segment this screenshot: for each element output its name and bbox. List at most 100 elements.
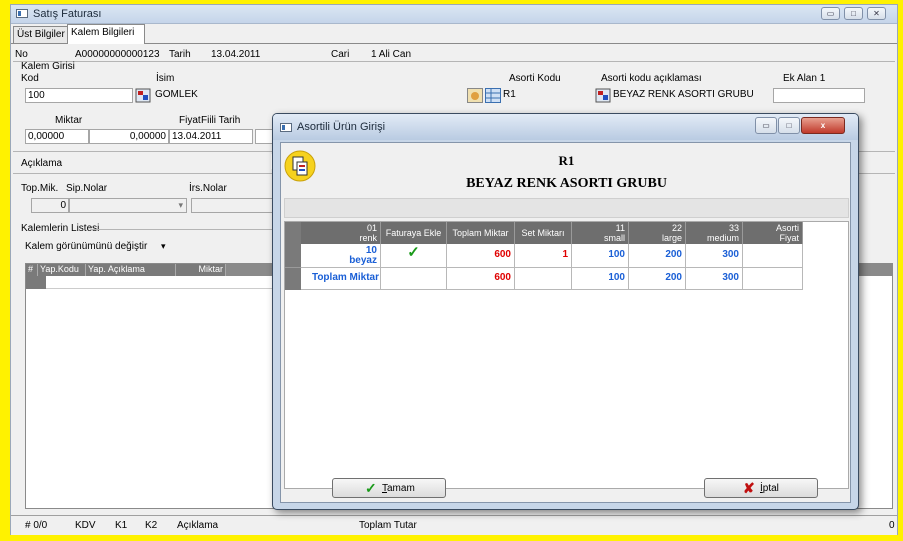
asorti-grid[interactable]: 01 renk Faturaya Ekle Toplam Miktar Set M… xyxy=(284,221,849,489)
fiyat-label: Fiyat xyxy=(179,115,201,126)
divider xyxy=(91,229,273,230)
asorti-kodu-field[interactable]: R1 xyxy=(501,88,591,103)
tamam-button[interactable]: ✓ Tamam xyxy=(332,478,446,498)
fiyat-field[interactable]: 0,00000 xyxy=(89,129,169,144)
dialog-maximize-button[interactable]: □ xyxy=(778,117,800,134)
cell-small[interactable]: 100 xyxy=(572,244,629,268)
tab-kalem-bilgileri[interactable]: Kalem Bilgileri xyxy=(67,24,145,44)
col-header-yap-kodu[interactable]: Yap.Kodu xyxy=(38,264,86,276)
window-icon xyxy=(280,123,292,132)
checkmark-icon[interactable]: ✓ xyxy=(381,244,447,268)
isim-field[interactable]: GOMLEK xyxy=(153,88,465,103)
row-indicator xyxy=(285,268,301,290)
total-small: 100 xyxy=(572,268,629,290)
col-header-yap-aciklama[interactable]: Yap. Açıklama xyxy=(86,264,176,276)
iptal-label: İptal xyxy=(760,483,779,494)
col-header-medium[interactable]: 33 medium xyxy=(686,222,743,244)
cari-value: 1 Ali Can xyxy=(371,49,412,60)
status-count: # 0/0 xyxy=(25,520,48,531)
col-header-asorti-fiyat[interactable]: Asorti Fiyat xyxy=(743,222,803,244)
iptal-button[interactable]: ✘ İptal xyxy=(704,478,818,498)
dialog-title: Asortili Ürün Girişi xyxy=(297,121,386,133)
cell-renk[interactable]: 10 beyaz xyxy=(301,244,381,268)
col-header-toplam-miktar[interactable]: Toplam Miktar xyxy=(447,222,515,244)
asortili-urun-dialog: Asortili Ürün Girişi ▭ □ x R1 BEYAZ RENK… xyxy=(272,113,859,510)
dialog-body: R1 BEYAZ RENK ASORTI GRUBU 01 renk Fatura… xyxy=(280,142,851,503)
total-row-label: Toplam Miktar xyxy=(301,268,381,290)
col-header-index[interactable]: # xyxy=(26,264,38,276)
topmik-field: 0 xyxy=(31,198,69,213)
maximize-button[interactable]: □ xyxy=(844,7,863,20)
close-button[interactable]: ✕ xyxy=(867,7,886,20)
list-group-label: Kalemlerin Listesi xyxy=(21,223,100,234)
total-large: 200 xyxy=(629,268,686,290)
window-title: Satış Faturası xyxy=(33,8,102,20)
dialog-title-bar: Asortili Ürün Girişi ▭ □ x xyxy=(273,114,858,140)
dialog-minimize-button[interactable]: ▭ xyxy=(755,117,777,134)
lookup-icon[interactable] xyxy=(135,88,151,103)
minimize-button[interactable]: ▭ xyxy=(821,7,840,20)
check-icon: ✓ xyxy=(365,480,377,496)
topmik-label: Top.Mik. xyxy=(21,183,59,194)
lookup-icon[interactable] xyxy=(595,88,611,103)
status-k2: K2 xyxy=(145,520,158,531)
close-icon: ✘ xyxy=(743,480,755,496)
extra-field[interactable] xyxy=(255,129,273,144)
tab-ust-bilgiler[interactable]: Üst Bilgiler xyxy=(13,26,74,43)
ek-alan-label: Ek Alan 1 xyxy=(783,73,826,84)
cari-label: Cari xyxy=(331,49,350,60)
cell-toplam-miktar[interactable]: 600 xyxy=(447,244,515,268)
table-row[interactable] xyxy=(46,276,276,289)
miktar-field[interactable]: 0,00000 xyxy=(25,129,89,144)
status-aciklama: Açıklama xyxy=(177,520,219,531)
total-toplam-miktar: 600 xyxy=(447,268,515,290)
col-header-miktar[interactable]: Miktar xyxy=(176,264,226,276)
asorti-description: BEYAZ RENK ASORTI GRUBU xyxy=(466,176,667,191)
cell-medium[interactable]: 300 xyxy=(686,244,743,268)
tab-bar: Üst Bilgiler Kalem Bilgileri xyxy=(11,24,897,44)
ek-alan-field[interactable] xyxy=(773,88,865,103)
irs-nolar-field[interactable] xyxy=(191,198,273,213)
kod-field[interactable]: 100 xyxy=(25,88,133,103)
asorti-aciklama-label: Asorti kodu açıklaması xyxy=(601,73,702,84)
kalem-group-label: Kalem Girisi xyxy=(21,61,75,72)
hand-icon[interactable] xyxy=(467,88,483,103)
asorti-code: R1 xyxy=(558,153,575,168)
total-medium: 300 xyxy=(686,268,743,290)
asorti-kodu-label: Asorti Kodu xyxy=(509,73,561,84)
no-label: No xyxy=(15,49,28,60)
total-cell-empty xyxy=(515,268,572,290)
col-header-set-miktari[interactable]: Set Miktarı xyxy=(515,222,572,244)
fiili-tarih-label: Fiili Tarih xyxy=(201,115,241,126)
window-icon xyxy=(16,9,28,18)
chevron-down-icon[interactable]: ▾ xyxy=(161,241,166,252)
kod-label: Kod xyxy=(21,73,39,84)
aciklama-label: Açıklama xyxy=(21,158,63,169)
no-value: A00000000000123 xyxy=(75,49,160,60)
view-change-link[interactable]: Kalem görünümünü değiştir xyxy=(25,241,147,252)
row-indicator xyxy=(285,244,301,268)
col-header-renk[interactable]: 01 renk xyxy=(301,222,381,244)
asorti-aciklama-field[interactable]: BEYAZ RENK ASORTI GRUBU xyxy=(611,88,771,103)
col-header-faturaya-ekle[interactable]: Faturaya Ekle xyxy=(381,222,447,244)
sip-nolar-select[interactable]: ▾ xyxy=(69,198,187,213)
grid-icon[interactable] xyxy=(485,88,501,103)
chevron-down-icon: ▾ xyxy=(178,200,183,210)
status-kdv: KDV xyxy=(75,520,96,531)
cell-large[interactable]: 200 xyxy=(629,244,686,268)
cell-set-miktari[interactable]: 1 xyxy=(515,244,572,268)
col-header-large[interactable]: 22 large xyxy=(629,222,686,244)
dialog-close-button[interactable]: x xyxy=(801,117,845,134)
col-header-small[interactable]: 11 small xyxy=(572,222,629,244)
status-total: 0 xyxy=(889,520,895,531)
tarih-label: Tarih xyxy=(169,49,191,60)
status-k1: K1 xyxy=(115,520,128,531)
title-bar: Satış Faturası ▭ □ ✕ xyxy=(11,5,897,24)
cell-asorti-fiyat[interactable] xyxy=(743,244,803,268)
divider xyxy=(13,61,895,62)
irs-nolar-label: İrs.Nolar xyxy=(189,183,227,194)
status-bar: # 0/0 KDV K1 K2 Açıklama Toplam Tutar 0 xyxy=(11,515,897,535)
toolbar-strip xyxy=(284,198,849,218)
total-cell-empty xyxy=(381,268,447,290)
fiili-tarih-field[interactable]: 13.04.2011 xyxy=(169,129,253,144)
